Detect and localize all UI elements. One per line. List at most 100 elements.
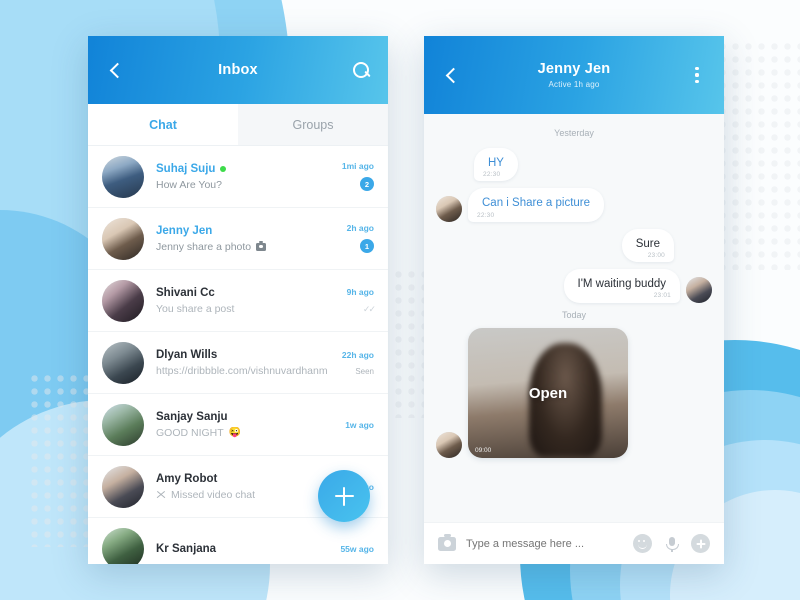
avatar [102, 527, 144, 564]
message-time: 23:01 [653, 292, 671, 300]
conversation-screen: Jenny Jen Active 1h ago Yesterday HY 22:… [424, 36, 724, 564]
list-item-time: 2h ago [346, 223, 374, 234]
message-input[interactable] [466, 537, 623, 550]
message-row: Can i Share a picture 22:30 [436, 188, 712, 222]
list-item-preview: How Are You? [156, 178, 222, 191]
open-photo-label[interactable]: Open [468, 385, 628, 402]
list-item-main: Dlyan Wills https://dribbble.com/vishnuv… [144, 349, 336, 377]
list-item-time: 22h ago [341, 349, 374, 360]
list-item-name: Shivani Cc [156, 286, 215, 299]
message-time: 23:00 [647, 252, 665, 259]
avatar [102, 217, 144, 260]
plus-icon[interactable] [691, 534, 710, 553]
message-bubble-incoming[interactable]: HY 22:30 [474, 148, 518, 182]
list-item-meta: 55w ago [334, 544, 374, 554]
list-item-time: 9h ago [346, 286, 374, 297]
message-text: Can i Share a picture [482, 197, 591, 210]
list-item[interactable]: Sanjay Sanju GOOD NIGHT 😜 1w ago [88, 394, 388, 456]
list-item[interactable]: Kr Sanjana 55w ago [88, 518, 388, 564]
day-separator-today: Today [561, 309, 587, 320]
list-item-time: 1w ago [345, 419, 374, 430]
list-item[interactable]: Shivani Cc You share a post 9h ago ✓✓ [88, 270, 388, 332]
message-bubble-outgoing[interactable]: I'M waiting buddy 23:01 [563, 269, 680, 303]
online-status-icon [220, 165, 227, 172]
message-text: Sure [635, 237, 660, 250]
tab-chat[interactable]: Chat [88, 104, 238, 145]
message-text: I'M waiting buddy [577, 278, 667, 291]
back-arrow-icon[interactable] [104, 59, 126, 81]
unread-badge: 1 [360, 239, 374, 254]
list-item-preview: Missed video chat [156, 489, 334, 501]
list-item-preview: Jenny share a photo [156, 241, 341, 253]
contact-status: Active 1h ago [548, 80, 600, 89]
new-chat-button[interactable] [318, 470, 370, 522]
seen-status: Seen [355, 366, 374, 376]
day-separator-yesterday: Yesterday [554, 128, 594, 138]
inbox-header-center: Inbox [126, 62, 350, 78]
emoji-icon: 😜 [228, 427, 242, 438]
camera-icon [256, 240, 267, 251]
avatar [102, 403, 144, 446]
bg-dot-pattern-left [28, 372, 90, 547]
list-item-name: Kr Sanjana [156, 542, 217, 555]
message-bubble-incoming[interactable]: Can i Share a picture 22:30 [468, 188, 605, 222]
camera-icon[interactable] [438, 533, 456, 551]
inbox-tabs: Chat Groups [88, 104, 388, 146]
list-item-main: Amy Robot Missed video chat [144, 473, 334, 501]
search-icon[interactable] [350, 59, 372, 81]
list-item[interactable]: Dlyan Wills https://dribbble.com/vishnuv… [88, 332, 388, 394]
list-item-preview: You share a post [156, 302, 235, 315]
conversation-header: Jenny Jen Active 1h ago [424, 36, 724, 114]
message-row: HY 22:30 [468, 148, 712, 182]
list-item-meta: 9h ago ✓✓ [341, 286, 376, 315]
kebab-menu-icon[interactable] [686, 64, 708, 86]
inbox-header: Inbox [88, 36, 388, 104]
message-row: Sure 23:00 [436, 228, 680, 263]
message-time: 22:30 [477, 211, 495, 219]
avatar [436, 431, 462, 458]
list-item-name: Amy Robot [156, 472, 218, 485]
photo-attachment[interactable]: Open 09:00 [468, 327, 628, 458]
list-item-time: 55w ago [340, 543, 374, 554]
list-item-time: 1mi ago [341, 161, 374, 172]
list-item[interactable]: Jenny Jen Jenny share a photo 2h ago 1 [88, 208, 388, 270]
avatar [102, 155, 144, 198]
avatar [436, 195, 462, 222]
list-item-main: Kr Sanjana [144, 543, 334, 555]
contact-name: Jenny Jen [537, 61, 611, 77]
message-bubble-outgoing[interactable]: Sure 23:00 [621, 228, 674, 263]
microphone-icon[interactable] [662, 534, 681, 553]
message-row-photo: Open 09:00 [436, 327, 712, 458]
smiley-icon[interactable] [633, 534, 652, 553]
tab-groups[interactable]: Groups [238, 104, 388, 145]
list-item-main: Shivani Cc You share a post [144, 287, 341, 315]
back-arrow-icon[interactable] [440, 64, 462, 86]
unread-badge: 2 [360, 177, 374, 192]
avatar [686, 276, 712, 303]
message-time: 22:30 [483, 171, 501, 179]
list-item-meta: 2h ago 1 [341, 223, 374, 254]
list-item-main: Jenny Jen Jenny share a photo [144, 225, 341, 253]
list-item-name: Jenny Jen [156, 224, 213, 237]
list-item-meta: 1mi ago 2 [336, 161, 374, 192]
message-text: HY [488, 157, 504, 169]
list-item-main: Suhaj Suju How Are You? [144, 163, 336, 191]
list-item-meta: 1w ago [339, 420, 374, 430]
list-item-name: Sanjay Sanju [156, 410, 228, 423]
list-item-preview: https://dribbble.com/vishnuvardhanm [156, 364, 328, 377]
page-title: Inbox [218, 62, 258, 78]
list-item-preview: GOOD NIGHT 😜 [156, 426, 242, 439]
message-composer [424, 522, 724, 564]
list-item-meta: 22h ago Seen [336, 350, 374, 376]
list-item-name: Suhaj Suju [156, 163, 336, 175]
list-item-name: Dlyan Wills [156, 348, 218, 361]
avatar [102, 465, 144, 508]
list-item[interactable]: Suhaj Suju How Are You? 1mi ago 2 [88, 146, 388, 208]
avatar [102, 341, 144, 384]
message-thread[interactable]: Yesterday HY 22:30 Can i Share a picture… [424, 114, 724, 522]
double-check-icon: ✓✓ [362, 303, 376, 314]
inbox-screen: Inbox Chat Groups Suhaj Suju How Are You… [88, 36, 388, 564]
message-row: I'M waiting buddy 23:01 [436, 269, 712, 303]
missed-call-icon [156, 490, 166, 500]
list-item-main: Sanjay Sanju GOOD NIGHT 😜 [144, 411, 339, 439]
